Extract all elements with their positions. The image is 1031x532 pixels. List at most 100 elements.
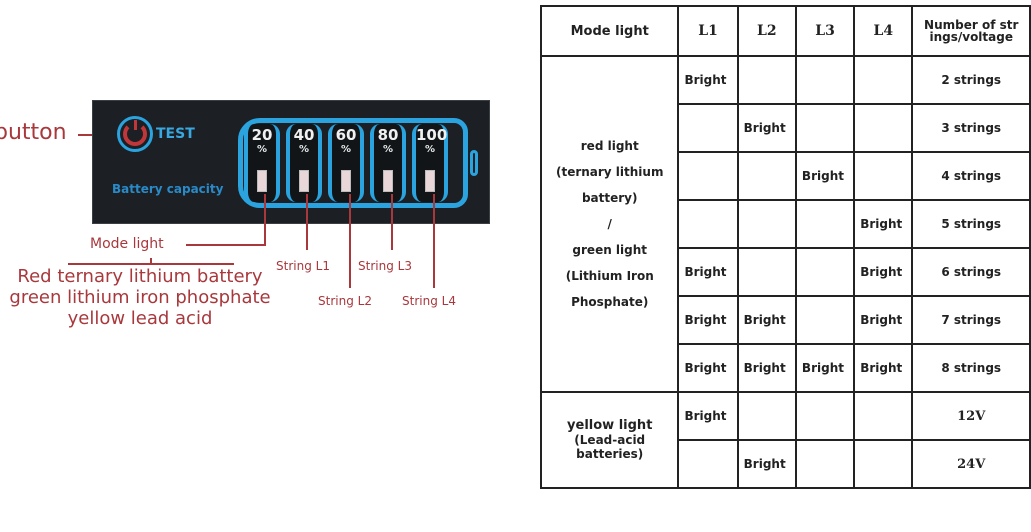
cell-l1: Bright (677, 247, 739, 297)
cell-value: 12V (911, 391, 1031, 441)
mode-description-yellow: yellow lead acid (67, 308, 213, 329)
cell-l3 (794, 103, 856, 153)
cell-l1: Bright (677, 55, 739, 105)
capacity-cell-40: 40 % (286, 124, 322, 202)
mode-description: Red ternary lithium battery green lithiu… (0, 266, 290, 329)
mode-line: battery) (581, 191, 638, 205)
cell-value: 4 strings (911, 151, 1031, 201)
string-l3-leader (391, 194, 393, 250)
cell-l4 (853, 103, 914, 153)
mode-line: yellow light (567, 418, 653, 433)
test-label: TEST (156, 126, 195, 142)
header-l4: L4 (853, 5, 914, 57)
string-l1-leader (306, 194, 308, 250)
cell-l1: Bright (677, 343, 739, 393)
button-label: button (0, 120, 67, 145)
cell-l4: Bright (853, 295, 914, 345)
cell-l2 (736, 391, 797, 441)
cell-l3 (794, 439, 856, 489)
cell-l4 (853, 55, 914, 105)
string-l4-leader (433, 194, 435, 288)
cell-percent: 40 (293, 126, 315, 144)
string-l2-label: String L2 (318, 294, 372, 308)
mode-line: (Lead-acid (574, 433, 646, 447)
mode-cell-yellow: yellow light (Lead-acid batteries) (539, 391, 680, 489)
capacity-cell-80: 80 % (370, 124, 406, 202)
cell-percent-sign: % (424, 144, 436, 155)
cell-l4 (853, 151, 914, 201)
cell-l1 (677, 439, 739, 489)
string-l2-led (341, 170, 351, 192)
cell-l2: Bright (736, 439, 797, 489)
cell-percent: 100 (416, 126, 448, 144)
cell-l1: Bright (677, 391, 739, 441)
mode-cell-red-green: red light (ternary lithium battery) / gr… (539, 55, 680, 393)
cell-percent-sign: % (298, 144, 310, 155)
mode-line: green light (572, 243, 648, 257)
cell-l2: Bright (736, 295, 797, 345)
power-icon (123, 120, 147, 146)
cell-value: 7 strings (911, 295, 1031, 345)
cell-l1 (677, 151, 739, 201)
cell-percent-sign: % (256, 144, 268, 155)
cell-value: 6 strings (911, 247, 1031, 297)
header-mode-light: Mode light (539, 5, 680, 57)
cell-l2 (736, 55, 797, 105)
cell-percent: 80 (377, 126, 399, 144)
string-l1-label: String L1 (276, 259, 330, 273)
mode-line: / (607, 217, 612, 231)
mode-description-tick (150, 258, 152, 264)
mode-description-red: Red ternary lithium battery (17, 266, 263, 287)
table-row: yellow light (Lead-acid batteries) Brigh… (539, 391, 1031, 489)
cell-l3 (794, 391, 856, 441)
cell-l1 (677, 103, 739, 153)
cell-percent-sign: % (382, 144, 394, 155)
cell-value: 2 strings (911, 55, 1031, 105)
header-l3: L3 (794, 5, 856, 57)
capacity-cell-100: 100 % (412, 124, 448, 202)
cell-l1 (677, 199, 739, 249)
mode-light-leader-v (264, 194, 266, 244)
cell-l4: Bright (853, 247, 914, 297)
capacity-cell-20: 20 % (244, 124, 280, 202)
capacity-cell-60: 60 % (328, 124, 364, 202)
string-l3-label: String L3 (358, 259, 412, 273)
cell-l3 (794, 199, 856, 249)
cell-l2 (736, 247, 797, 297)
mode-light-led (257, 170, 267, 192)
cell-l3: Bright (794, 343, 856, 393)
mode-line: (ternary lithium (555, 165, 664, 179)
mode-line: batteries) (576, 447, 644, 461)
cell-value: 5 strings (911, 199, 1031, 249)
mode-light-table: Mode light L1 L2 L3 L4 Number of str ing… (539, 5, 1031, 489)
cell-value: 24V (911, 439, 1031, 489)
cell-l3 (794, 55, 856, 105)
cell-l2: Bright (736, 343, 797, 393)
cell-value: 3 strings (911, 103, 1031, 153)
header-l1: L1 (677, 5, 739, 57)
test-button[interactable] (117, 116, 153, 152)
cell-l2 (736, 151, 797, 201)
cell-l4 (853, 439, 914, 489)
cell-percent: 20 (251, 126, 273, 144)
mode-light-label: Mode light (90, 236, 164, 252)
cell-l3 (794, 295, 856, 345)
cell-percent-sign: % (340, 144, 352, 155)
cell-percent: 60 (335, 126, 357, 144)
mode-light-leader-h (186, 244, 266, 246)
mode-description-green: green lithium iron phosphate (9, 287, 271, 308)
string-l4-led (425, 170, 435, 192)
table-header-row: Mode light L1 L2 L3 L4 Number of str ing… (539, 5, 1031, 57)
cell-l2 (736, 199, 797, 249)
cell-l1: Bright (677, 295, 739, 345)
battery-terminal (470, 150, 478, 176)
header-strings-line2: ings/voltage (929, 30, 1013, 44)
cell-l4 (853, 391, 914, 441)
cell-l3 (794, 247, 856, 297)
header-l2: L2 (736, 5, 797, 57)
table-row: red light (ternary lithium battery) / gr… (539, 55, 1031, 393)
battery-capacity-label: Battery capacity (112, 182, 224, 196)
cell-value: 8 strings (911, 343, 1031, 393)
header-strings-voltage: Number of str ings/voltage (911, 5, 1031, 57)
cell-l4: Bright (853, 343, 914, 393)
